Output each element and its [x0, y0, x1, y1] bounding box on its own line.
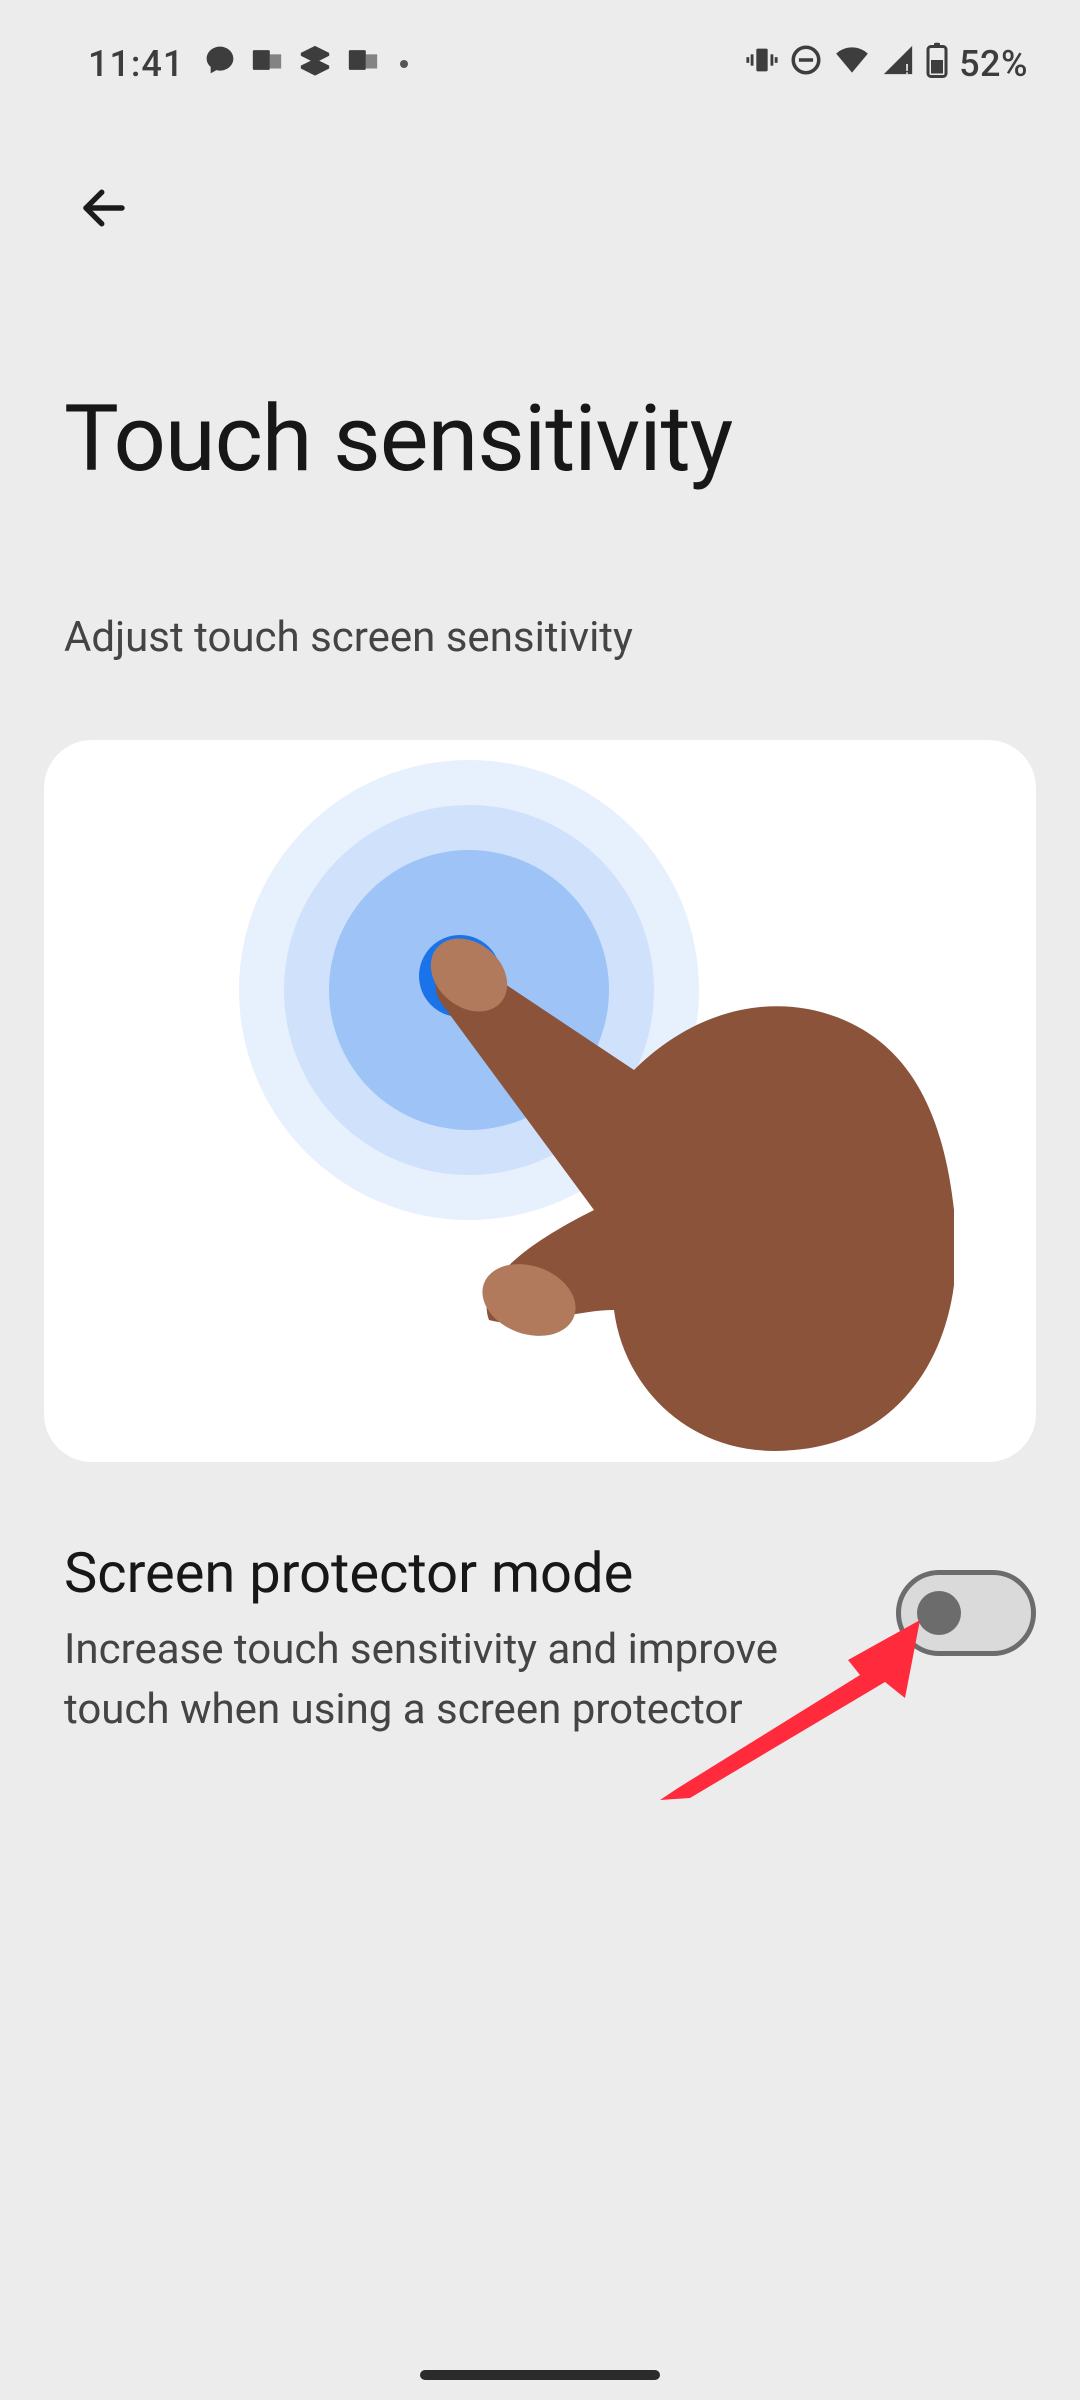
- wifi-icon: [833, 41, 871, 88]
- back-button[interactable]: [56, 160, 152, 256]
- status-left: 11:41: [88, 43, 408, 86]
- more-notifications-dot: [400, 60, 408, 68]
- battery-percent: 52%: [959, 43, 1028, 85]
- setting-text: Screen protector mode Increase touch sen…: [64, 1540, 866, 1739]
- screen-protector-mode-row[interactable]: Screen protector mode Increase touch sen…: [64, 1540, 1036, 1739]
- app-bar: [0, 100, 1080, 256]
- setting-title: Screen protector mode: [64, 1540, 866, 1606]
- outlook-icon-2: [346, 43, 380, 86]
- do-not-disturb-icon: [789, 43, 823, 86]
- toggle-knob: [917, 1591, 961, 1635]
- status-bar: 11:41 ! 52%: [0, 0, 1080, 100]
- package-icon: [298, 43, 332, 86]
- page-subtitle: Adjust touch screen sensitivity: [64, 613, 1080, 662]
- gesture-nav-handle[interactable]: [420, 2370, 660, 2380]
- chat-bubble-icon: [204, 43, 236, 85]
- arrow-left-icon: [77, 181, 131, 235]
- status-right: ! 52%: [745, 41, 1028, 88]
- setting-description: Increase touch sensitivity and improve t…: [64, 1620, 824, 1739]
- page-title: Touch sensitivity: [64, 386, 1080, 493]
- battery-icon: [925, 42, 949, 87]
- svg-text:!: !: [905, 62, 909, 77]
- screen-protector-mode-toggle[interactable]: [896, 1570, 1036, 1656]
- outlook-icon: [250, 43, 284, 86]
- status-clock: 11:41: [88, 43, 184, 85]
- signal-icon: !: [881, 43, 915, 86]
- vibrate-icon: [745, 43, 779, 86]
- touch-illustration: [44, 740, 1036, 1462]
- hand-icon: [394, 890, 954, 1462]
